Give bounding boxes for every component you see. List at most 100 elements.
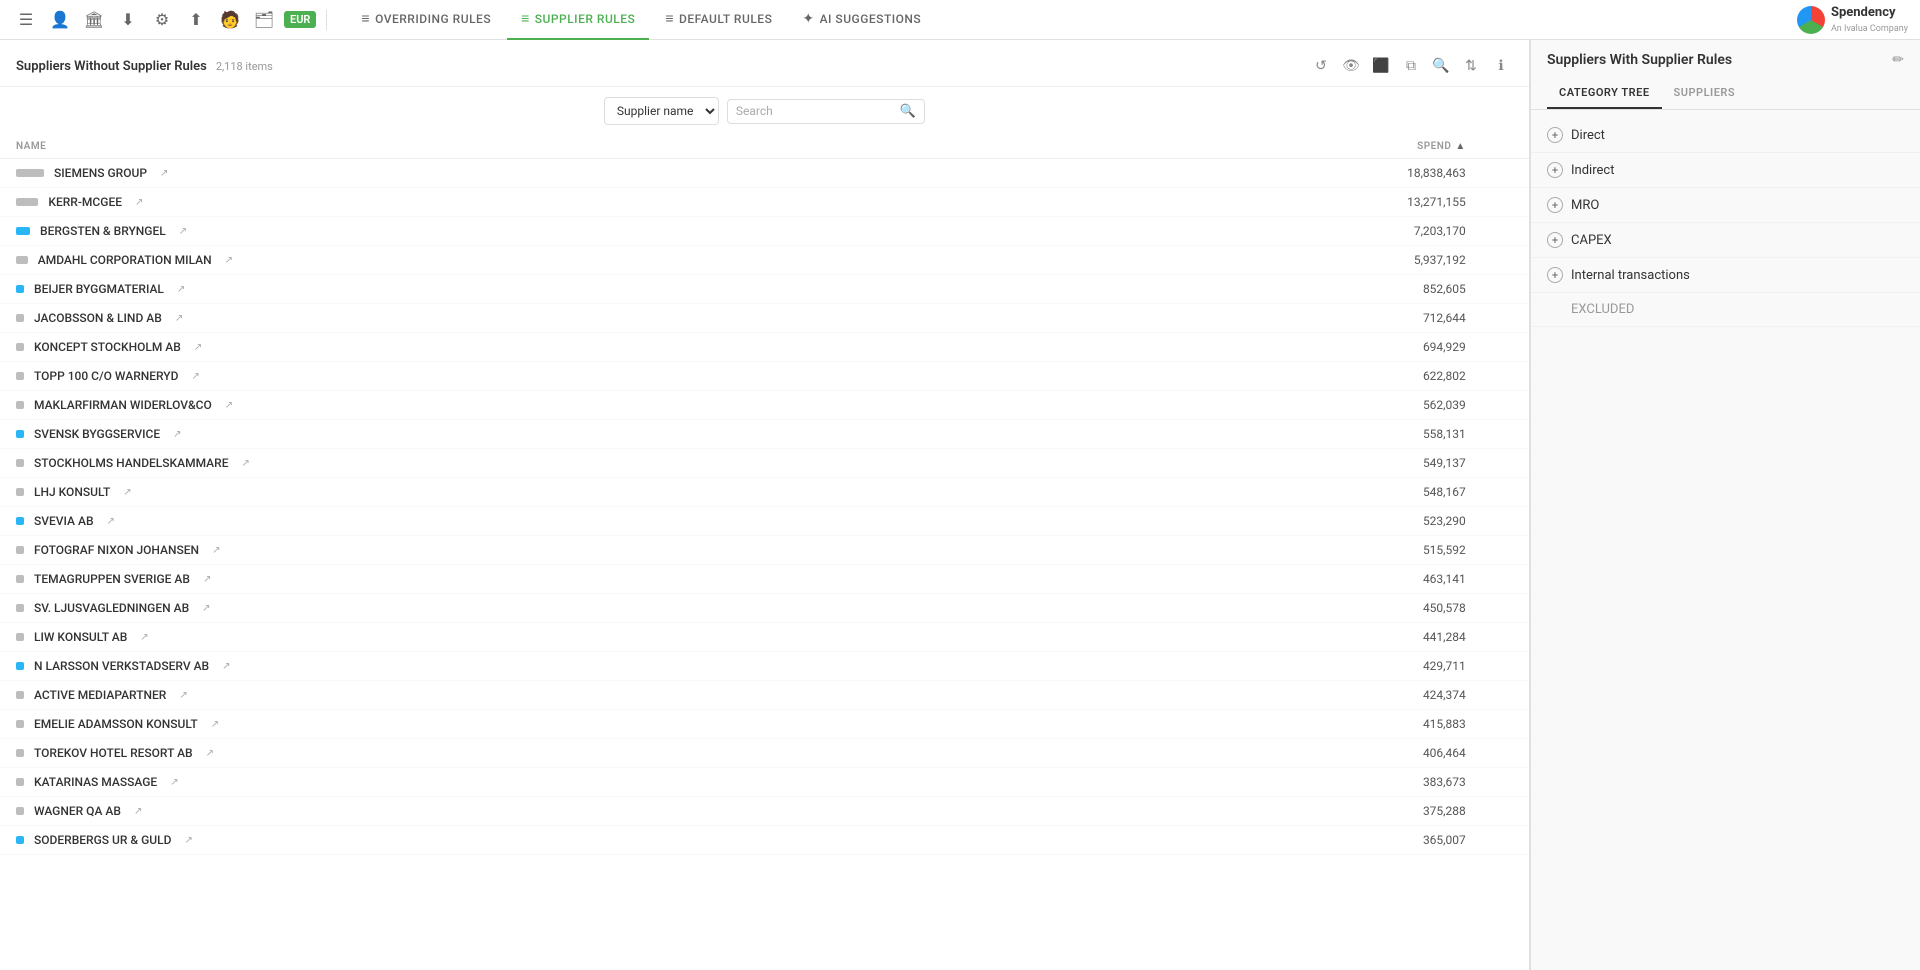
tree-item-capex[interactable]: + CAPEX [1531, 223, 1920, 258]
filter-icon-button[interactable]: ⧉ [1399, 54, 1423, 78]
supplier-color-bar [16, 604, 24, 612]
external-link-icon[interactable]: ↗ [225, 255, 233, 266]
external-link-icon[interactable]: ↗ [194, 342, 202, 353]
external-link-icon[interactable]: ↗ [191, 371, 199, 382]
external-link-icon[interactable]: ↗ [184, 835, 192, 846]
external-link-icon[interactable]: ↗ [177, 284, 185, 295]
user-icon-button[interactable]: 👤 [46, 6, 74, 34]
table-row[interactable]: BEIJER BYGGMATERIAL ↗ 852,605 🗑 [0, 275, 1529, 304]
table-row[interactable]: SIEMENS GROUP ↗ 18,838,463 🗑 [0, 159, 1529, 188]
table-row[interactable]: FOTOGRAF NIXON JOHANSEN ↗ 515,592 🗑 [0, 536, 1529, 565]
table-row[interactable]: TOPP 100 C/O WARNERYD ↗ 622,802 🗑 [0, 362, 1529, 391]
supplier-color-bar [16, 691, 24, 699]
table-row[interactable]: KATARINAS MASSAGE ↗ 383,673 🗑 [0, 768, 1529, 797]
table-row[interactable]: SV. LJUSVAGLEDNINGEN AB ↗ 450,578 🗑 [0, 594, 1529, 623]
external-link-icon[interactable]: ↗ [173, 429, 181, 440]
suppliers-table-wrap: NAME SPEND ▲ SIEMENS GROUP [0, 135, 1529, 970]
tab-ai-suggestions[interactable]: ✦ AI Suggestions [788, 0, 935, 40]
external-link-icon[interactable]: ↗ [241, 458, 249, 469]
table-row[interactable]: BERGSTEN & BRYNGEL ↗ 7,203,170 🗑 [0, 217, 1529, 246]
hamburger-menu-button[interactable]: ☰ [12, 6, 40, 34]
tab-suppliers[interactable]: Suppliers [1662, 78, 1748, 109]
table-row[interactable]: SODERBERGS UR & GULD ↗ 365,007 🗑 [0, 826, 1529, 855]
external-link-icon[interactable]: ↗ [107, 516, 115, 527]
tab-default-rules[interactable]: ≡ Default Rules [651, 0, 786, 40]
tab-supplier-rules[interactable]: ≡ Supplier Rules [507, 0, 649, 40]
table-row[interactable]: LIW KONSULT AB ↗ 441,284 🗑 [0, 623, 1529, 652]
archive-icon-button[interactable]: 🗂 [250, 6, 278, 34]
table-row[interactable]: SVEVIA AB ↗ 523,290 🗑 [0, 507, 1529, 536]
table-row[interactable]: SVENSK BYGGSERVICE ↗ 558,131 🗑 [0, 420, 1529, 449]
external-link-icon[interactable]: ↗ [134, 806, 142, 817]
external-link-icon[interactable]: ↗ [160, 168, 168, 179]
table-row[interactable]: ACTIVE MEDIAPARTNER ↗ 424,374 🗑 [0, 681, 1529, 710]
left-panel-count: 2,118 items [216, 60, 273, 73]
tree-item-direct[interactable]: + Direct [1531, 118, 1920, 153]
tree-expand-icon-mro[interactable]: + [1547, 197, 1563, 213]
external-link-icon[interactable]: ↗ [225, 400, 233, 411]
table-row[interactable]: AMDAHL CORPORATION MILAN ↗ 5,937,192 🗑 [0, 246, 1529, 275]
tree-expand-icon-internal[interactable]: + [1547, 267, 1563, 283]
tree-expand-icon-capex[interactable]: + [1547, 232, 1563, 248]
search-type-select[interactable]: Supplier name [604, 97, 719, 125]
external-link-icon[interactable]: ↗ [123, 487, 131, 498]
external-link-icon[interactable]: ↗ [135, 197, 143, 208]
suppliers-table: NAME SPEND ▲ SIEMENS GROUP [0, 135, 1529, 855]
supplier-name: KATARINAS MASSAGE [34, 775, 157, 789]
info-icon-button[interactable]: ℹ [1489, 54, 1513, 78]
table-row[interactable]: TEMAGRUPPEN SVERIGE AB ↗ 463,141 🗑 [0, 565, 1529, 594]
sort-icon-button[interactable]: ⇅ [1459, 54, 1483, 78]
external-link-icon[interactable]: ↗ [202, 603, 210, 614]
external-link-icon[interactable]: ↗ [206, 748, 214, 759]
search-icon-button[interactable]: 🔍 [1429, 54, 1453, 78]
external-link-icon[interactable]: ↗ [212, 545, 220, 556]
table-row[interactable]: LHJ KONSULT ↗ 548,167 🗑 [0, 478, 1529, 507]
table-row[interactable]: STOCKHOLMS HANDELSKAMMARE ↗ 549,137 🗑 [0, 449, 1529, 478]
external-link-icon[interactable]: ↗ [222, 661, 230, 672]
search-input[interactable] [736, 104, 896, 118]
table-row[interactable]: JACOBSSON & LIND AB ↗ 712,644 🗑 [0, 304, 1529, 333]
tree-label-internal: Internal transactions [1571, 268, 1690, 283]
table-row[interactable]: KERR-MCGEE ↗ 13,271,155 🗑 [0, 188, 1529, 217]
upload-icon-button[interactable]: ⬆ [182, 6, 210, 34]
tree-item-indirect[interactable]: + Indirect [1531, 153, 1920, 188]
settings-icon-button[interactable]: ⚙ [148, 6, 176, 34]
supplier-color-bar [16, 314, 24, 322]
tab-category-tree[interactable]: Category Tree [1547, 78, 1662, 109]
tree-item-mro[interactable]: + MRO [1531, 188, 1920, 223]
external-link-icon[interactable]: ↗ [179, 226, 187, 237]
table-row[interactable]: EMELIE ADAMSSON KONSULT ↗ 415,883 🗑 [0, 710, 1529, 739]
external-link-icon[interactable]: ↗ [175, 313, 183, 324]
block-icon-button[interactable]: ⬛ [1369, 54, 1393, 78]
table-row[interactable]: MAKLARFIRMAN WIDERLOV&CO ↗ 562,039 🗑 [0, 391, 1529, 420]
tab-overriding-rules[interactable]: ≡ Overriding Rules [347, 0, 505, 40]
building-icon-button[interactable]: 🏛 [80, 6, 108, 34]
table-row[interactable]: KONCEPT STOCKHOLM AB ↗ 694,929 🗑 [0, 333, 1529, 362]
external-link-icon[interactable]: ↗ [170, 777, 178, 788]
tree-expand-icon-direct[interactable]: + [1547, 127, 1563, 143]
edit-icon-button[interactable]: ✏ [1892, 52, 1904, 68]
external-link-icon[interactable]: ↗ [179, 690, 187, 701]
table-row[interactable]: N LARSSON VERKSTADSERV AB ↗ 429,711 🗑 [0, 652, 1529, 681]
left-panel-header: Suppliers Without Supplier Rules 2,118 i… [0, 40, 1529, 87]
table-row[interactable]: WAGNER QA AB ↗ 375,288 🗑 [0, 797, 1529, 826]
refresh-icon-button[interactable]: ↺ [1309, 54, 1333, 78]
name-cell: KATARINAS MASSAGE ↗ [16, 775, 1089, 789]
tree-item-excluded[interactable]: EXCLUDED [1531, 293, 1920, 327]
currency-badge[interactable]: EUR [284, 11, 316, 28]
left-panel: Suppliers Without Supplier Rules 2,118 i… [0, 40, 1530, 970]
external-link-icon[interactable]: ↗ [211, 719, 219, 730]
eye-icon-button[interactable]: 👁 [1339, 54, 1363, 78]
supplier-rules-icon: ≡ [521, 10, 530, 27]
external-link-icon[interactable]: ↗ [140, 632, 148, 643]
table-row[interactable]: TOREKOV HOTEL RESORT AB ↗ 406,464 🗑 [0, 739, 1529, 768]
tree-expand-icon-indirect[interactable]: + [1547, 162, 1563, 178]
supplier-name: N LARSSON VERKSTADSERV AB [34, 659, 209, 673]
download-icon-button[interactable]: ⬇ [114, 6, 142, 34]
external-link-icon[interactable]: ↗ [203, 574, 211, 585]
default-rules-icon: ≡ [665, 10, 674, 27]
supplier-color-bar [16, 575, 24, 583]
person-icon-button[interactable]: 🧑 [216, 6, 244, 34]
name-cell: LIW KONSULT AB ↗ [16, 630, 1089, 644]
tree-item-internal[interactable]: + Internal transactions [1531, 258, 1920, 293]
